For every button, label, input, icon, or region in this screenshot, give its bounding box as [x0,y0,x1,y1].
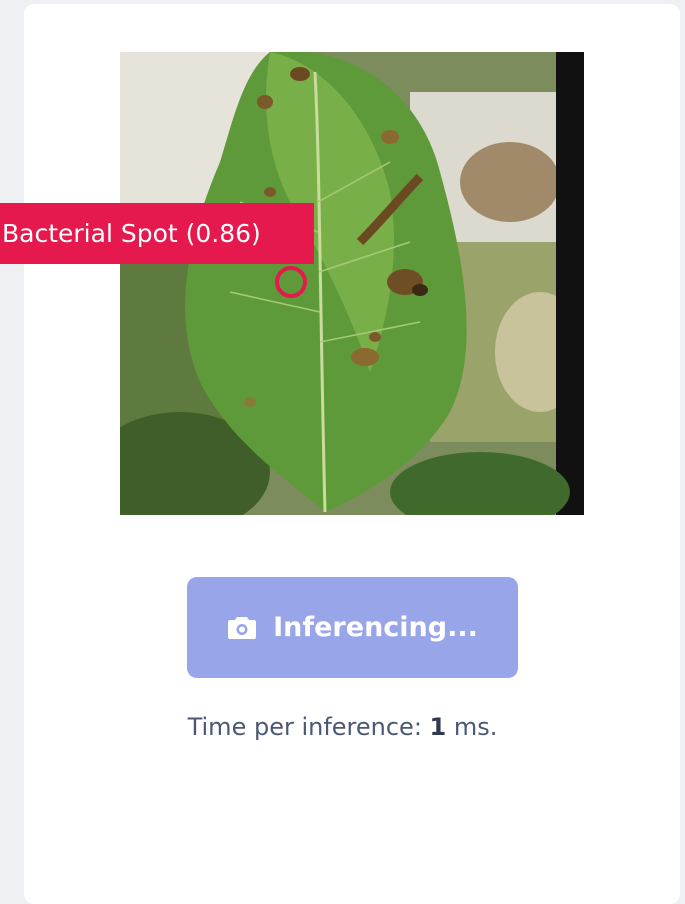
inference-time-value: 1 [429,713,447,741]
camera-icon [228,616,257,639]
inference-button[interactable]: Inferencing... [187,577,518,678]
detection-marker [275,266,307,298]
leaf-photo [120,52,584,515]
inference-time-prefix: Time per inference: [187,713,430,741]
inference-time: Time per inference: 1 ms. [0,713,685,741]
inference-time-suffix: ms. [446,713,498,741]
inference-button-label: Inferencing... [273,612,478,643]
detection-label: Bacterial Spot (0.86) [0,203,314,264]
